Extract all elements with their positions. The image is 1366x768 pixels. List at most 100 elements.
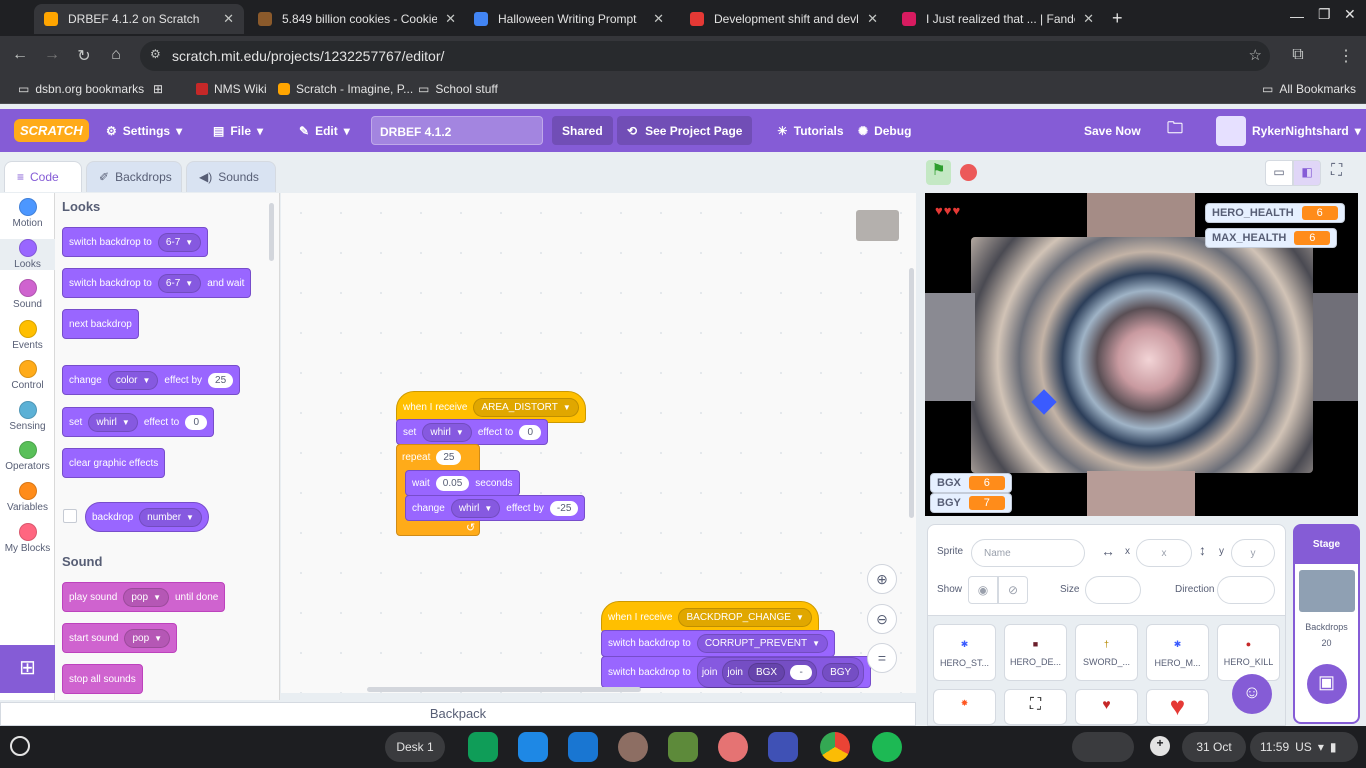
number-input[interactable]: 0: [185, 414, 208, 430]
backpack[interactable]: Backpack: [0, 702, 916, 726]
effect-dropdown[interactable]: whirl ▼: [450, 498, 501, 518]
paint-app-icon[interactable]: [718, 732, 748, 762]
message-dropdown[interactable]: BACKDROP_CHANGE ▼: [678, 607, 812, 627]
code-workspace[interactable]: when I receive AREA_DISTORT ▼ set whirl ▼ eff…: [281, 193, 916, 693]
category-sound[interactable]: Sound: [0, 279, 55, 310]
fullscreen-icon[interactable]: ⛶: [1331, 162, 1342, 180]
close-icon[interactable]: ✕: [1083, 11, 1094, 27]
menu-icon[interactable]: ⋮: [1336, 46, 1356, 66]
variable-bgx[interactable]: BGX: [747, 662, 786, 682]
bookmark-star-icon[interactable]: ☆: [1249, 46, 1262, 64]
backdrop-prop-dropdown[interactable]: number ▼: [139, 507, 202, 527]
category-variables[interactable]: Variables: [0, 482, 55, 513]
tab-code[interactable]: ≡ Code: [4, 161, 82, 192]
cookie-app-icon[interactable]: [618, 732, 648, 762]
monitor-hero-health[interactable]: HERO_HEALTH 6: [1205, 203, 1345, 223]
sprite-tile[interactable]: † SWORD_...: [1075, 624, 1138, 681]
text-input[interactable]: -: [790, 664, 813, 680]
classroom-app-icon[interactable]: [518, 732, 548, 762]
address-bar[interactable]: ⚙ scratch.mit.edu/projects/1232257767/ed…: [140, 41, 1270, 71]
minimize-icon[interactable]: —: [1290, 8, 1304, 24]
number-input[interactable]: -25: [549, 500, 579, 516]
hide-eye-icon[interactable]: ⊘: [998, 576, 1028, 604]
account-menu[interactable]: RykerNightshard ▾: [1216, 109, 1361, 152]
stage-selector[interactable]: Stage Backdrops 20 ▣: [1293, 524, 1360, 724]
category-control[interactable]: Control: [0, 360, 55, 391]
category-looks[interactable]: Looks: [0, 239, 55, 270]
zoom-in-button[interactable]: ⊕: [867, 564, 897, 594]
green-flag-icon[interactable]: ⚑: [926, 160, 951, 185]
launcher-icon[interactable]: [10, 736, 30, 756]
tab-fandom[interactable]: I Just realized that ... | Fandom ✕: [892, 4, 1104, 34]
reload-icon[interactable]: ↻: [74, 46, 94, 66]
monitor-bgx[interactable]: BGX 6: [930, 473, 1012, 493]
sprite-tile[interactable]: ✸: [933, 689, 996, 725]
block-set-effect[interactable]: set whirl ▼ effect to 0: [62, 407, 215, 437]
script1-wait[interactable]: wait 0.05 seconds: [405, 470, 520, 496]
close-icon[interactable]: ✕: [867, 11, 878, 27]
join-reporter[interactable]: join join BGX - BGY: [696, 656, 865, 688]
small-stage-icon[interactable]: ▭: [1265, 160, 1293, 186]
number-input[interactable]: 25: [436, 449, 462, 465]
block-next-backdrop[interactable]: next backdrop: [62, 309, 139, 339]
large-stage-icon[interactable]: ◧: [1293, 160, 1321, 186]
category-my-blocks[interactable]: My Blocks: [0, 523, 55, 554]
tab-scratch[interactable]: DRBEF 4.1.2 on Scratch ✕: [34, 4, 244, 34]
desk-button[interactable]: Desk 1: [385, 732, 445, 762]
zoom-out-button[interactable]: ⊖: [867, 604, 897, 634]
home-icon[interactable]: ⌂: [106, 46, 126, 64]
monitor-bgy[interactable]: BGY 7: [930, 493, 1012, 513]
bookmark-nms[interactable]: NMS Wiki: [196, 82, 267, 96]
sound-dropdown[interactable]: pop ▼: [124, 628, 171, 648]
join-reporter-inner[interactable]: join BGX -: [722, 659, 818, 685]
scratch-logo[interactable]: SCRATCH: [14, 109, 89, 152]
chrome-app-icon[interactable]: [820, 732, 850, 762]
monitor-max-health[interactable]: MAX_HEALTH 6: [1205, 228, 1338, 248]
message-dropdown[interactable]: AREA_DISTORT ▼: [473, 397, 579, 417]
tutorials-menu[interactable]: ☀ Tutorials: [777, 109, 844, 152]
number-input[interactable]: 0.05: [435, 475, 470, 491]
sheets-app-icon[interactable]: [468, 732, 498, 762]
effect-dropdown[interactable]: whirl ▼: [422, 422, 472, 442]
sprite-tile[interactable]: ● HERO_KILL: [1217, 624, 1280, 681]
minecraft-app-icon[interactable]: [668, 732, 698, 762]
sprite-tile[interactable]: ♥: [1075, 689, 1138, 725]
palette-scrollbar[interactable]: [269, 203, 274, 261]
see-project-page-button[interactable]: ⟲ See Project Page: [617, 116, 753, 145]
bookmark-school[interactable]: ▭ School stuff: [418, 82, 498, 96]
script2-hat[interactable]: when I receive BACKDROP_CHANGE ▼: [601, 601, 819, 633]
extensions-icon[interactable]: ⧉: [1288, 46, 1308, 64]
number-input[interactable]: 0: [519, 424, 542, 440]
block-play-sound[interactable]: play sound pop ▼ until done: [62, 582, 226, 612]
add-sprite-icon[interactable]: ☺: [1232, 674, 1272, 714]
variable-bgy[interactable]: BGY: [822, 662, 860, 682]
files-app-icon[interactable]: [568, 732, 598, 762]
block-change-effect[interactable]: change color ▼ effect by 25: [62, 365, 241, 395]
forward-icon[interactable]: →: [42, 46, 62, 64]
script1-change-effect[interactable]: change whirl ▼ effect by -25: [405, 495, 586, 521]
all-bookmarks[interactable]: ▭ All Bookmarks: [1262, 82, 1356, 96]
shared-button[interactable]: Shared: [552, 116, 613, 145]
block-switch-backdrop-wait[interactable]: switch backdrop to 6-7 ▼ and wait: [62, 268, 252, 298]
stop-icon[interactable]: [960, 164, 977, 181]
sprite-tile[interactable]: ✱ HERO_ST...: [933, 624, 996, 681]
backdrop-dropdown[interactable]: 6-7 ▼: [157, 232, 202, 252]
back-icon[interactable]: ←: [10, 46, 30, 64]
block-stop-all-sounds[interactable]: stop all sounds: [62, 664, 143, 694]
zoom-reset-button[interactable]: =: [867, 643, 897, 673]
save-now-button[interactable]: Save Now: [1084, 109, 1141, 152]
backdrop-dropdown[interactable]: CORRUPT_PREVENT ▼: [696, 634, 828, 653]
script2-switch-backdrop[interactable]: switch backdrop to CORRUPT_PREVENT ▼: [601, 630, 835, 657]
debug-menu[interactable]: ✺ Debug: [858, 109, 911, 152]
close-icon[interactable]: ✕: [223, 11, 234, 27]
tab-backdrops[interactable]: ✐ Backdrops: [86, 161, 182, 192]
edit-menu[interactable]: ✎ Edit ▾: [299, 109, 350, 152]
add-backdrop-icon[interactable]: ▣: [1306, 664, 1347, 704]
apps-icon[interactable]: ⊞: [153, 82, 163, 96]
show-eye-icon[interactable]: ◉: [968, 576, 998, 604]
block-backdrop-reporter[interactable]: backdrop number ▼: [85, 502, 209, 532]
stage-canvas[interactable]: ♥♥♥ HERO_HEALTH 6 MAX_HEALTH 6 BGX 6 BGY 7: [925, 193, 1358, 516]
add-extension-button[interactable]: ⊞: [0, 645, 55, 693]
category-motion[interactable]: Motion: [0, 198, 55, 229]
category-events[interactable]: Events: [0, 320, 55, 351]
